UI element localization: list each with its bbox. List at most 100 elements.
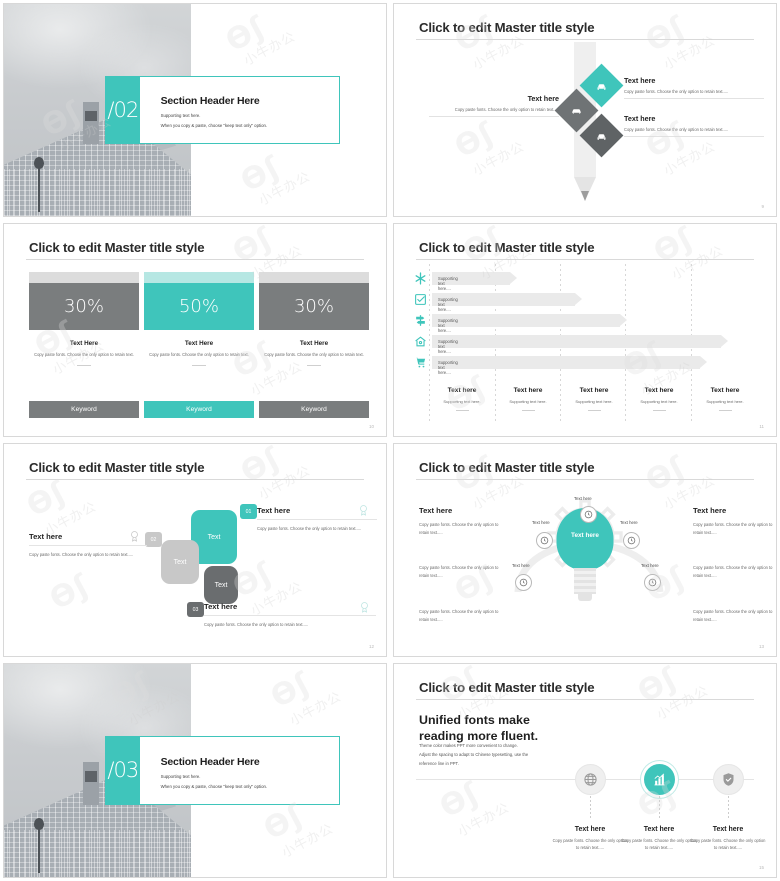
step-badge-01: 01 — [240, 504, 257, 519]
square-label: Text — [207, 533, 221, 541]
title-divider — [416, 259, 754, 260]
step-body: Copy paste fonts. Choose the only option… — [204, 622, 309, 627]
right-block-1: Text here Copy paste fonts. Choose the o… — [693, 506, 776, 536]
node-label-top: Text here — [574, 496, 592, 501]
feature-heading: Text here — [712, 826, 744, 833]
section-subtitle-1: Supporting text here. — [160, 113, 201, 119]
block-heading: Text here — [419, 506, 453, 515]
slide-percent-columns[interactable]: Click to edit Master title style 30% Tex… — [3, 223, 387, 437]
bar-label: Supporting text here.... — [438, 276, 458, 291]
page-number: 10 — [368, 424, 374, 429]
section-number: /02 — [105, 76, 141, 144]
percent-value: 50% — [144, 283, 254, 330]
rounded-square-3[interactable]: Text — [204, 566, 238, 604]
column-heading: Text Here — [184, 340, 214, 347]
bar-label: Supporting text here.... — [438, 318, 458, 333]
column-body: Copy paste fonts. Choose the only option… — [264, 352, 364, 357]
page-number: 9 — [761, 204, 764, 209]
title-divider — [416, 479, 754, 480]
ribbon-icon — [360, 601, 372, 613]
column-divider — [455, 410, 469, 411]
checkbox-icon — [414, 293, 427, 306]
column-body: Supporting text here. — [706, 399, 744, 404]
feature-body: Copy paste fonts. Choose the only option… — [690, 838, 766, 850]
step-body: Copy paste fonts. Choose the only option… — [29, 552, 134, 557]
column-heading: Text here — [710, 387, 740, 394]
title-divider — [416, 39, 754, 40]
slide-pencil-diamonds[interactable]: Click to edit Master title style Text he… — [393, 3, 777, 217]
title-divider — [26, 259, 364, 260]
percent-value: 30% — [29, 283, 139, 330]
column-cap — [144, 272, 254, 283]
bar-fill — [432, 335, 728, 348]
globe-icon-button[interactable] — [575, 764, 606, 795]
block-body: Copy paste fonts. Choose the only option… — [419, 565, 499, 578]
clock-icon — [627, 536, 636, 545]
square-label: Text — [214, 581, 228, 589]
body-line-3: reference line in PPT. — [419, 760, 459, 766]
page-number: 12 — [368, 644, 374, 649]
feature-column-2: Text here Copy paste fonts. Choose the o… — [620, 826, 698, 851]
headline: Unified fonts make reading more fluent. — [419, 712, 538, 745]
percent-column-1[interactable]: 30% Text Here Copy paste fonts. Choose t… — [29, 272, 139, 367]
left-block-1: Text here Copy paste fonts. Choose the o… — [419, 506, 505, 536]
percent-column-2[interactable]: 50% Text Here Copy paste fonts. Choose t… — [144, 272, 254, 367]
feature-heading: Text here — [643, 826, 675, 833]
shield-check-icon-button[interactable] — [713, 764, 744, 795]
rounded-square-2[interactable]: Text — [161, 540, 199, 584]
section-subtitle-2: When you copy & paste, choose "keep text… — [160, 783, 268, 789]
diamond-text-block-2: Text here Copy paste fonts. Choose the o… — [429, 94, 559, 117]
feature-column-3: Text here Copy paste fonts. Choose the o… — [689, 826, 767, 851]
slide-unified-fonts[interactable]: Click to edit Master title style Unified… — [393, 663, 777, 878]
left-block-2: Copy paste fonts. Choose the only option… — [419, 564, 505, 579]
bulb-neck — [574, 568, 596, 594]
title-divider — [26, 479, 364, 480]
node-label-lower-left: Text here — [512, 563, 530, 568]
page-title: Click to edit Master title style — [419, 20, 595, 35]
item-body: Copy paste fonts. Choose the only option… — [624, 127, 729, 132]
percent-column-3[interactable]: 30% Text Here Copy paste fonts. Choose t… — [259, 272, 369, 367]
column-divider — [77, 365, 91, 367]
section-number: /03 — [105, 736, 141, 805]
column-divider — [192, 365, 206, 367]
item-body: Copy paste fonts. Choose the only option… — [454, 107, 559, 112]
slide-lightbulb-gear[interactable]: Click to edit Master title style Text he… — [393, 443, 777, 657]
slide-section-03[interactable]: /03 Section Header Here Supporting text … — [3, 663, 387, 878]
right-block-2: Copy paste fonts. Choose the only option… — [693, 564, 776, 579]
step-text-03: Text here Copy paste fonts. Choose the o… — [204, 602, 376, 628]
slide-section-02[interactable]: /02 Section Header Here Supporting text … — [3, 3, 387, 217]
bar-chart-icon — [652, 772, 667, 787]
block-body: Copy paste fonts. Choose the only option… — [693, 522, 773, 535]
node-lower-right[interactable] — [644, 574, 661, 591]
bulb-base — [578, 593, 592, 601]
node-label-upper-right: Text here — [620, 520, 638, 525]
column-heading: Text Here — [299, 340, 329, 347]
slide-rounded-steps[interactable]: Click to edit Master title style Text Te… — [3, 443, 387, 657]
keyword-button-3[interactable]: Keyword — [259, 401, 369, 418]
node-label-upper-left: Text here — [532, 520, 550, 525]
block-body: Copy paste fonts. Choose the only option… — [419, 609, 499, 622]
column-body: Copy paste fonts. Choose the only option… — [34, 352, 134, 357]
node-upper-left[interactable] — [536, 532, 553, 549]
cart-icon — [414, 356, 427, 369]
pencil-lead-shape — [581, 191, 589, 201]
slide-bar-timeline[interactable]: Click to edit Master title style Support… — [393, 223, 777, 437]
body-line-1: Theme color makes PPT more convenient to… — [419, 743, 518, 748]
step-badge-02: 02 — [145, 532, 162, 547]
node-upper-right[interactable] — [623, 532, 640, 549]
block-body: Copy paste fonts. Choose the only option… — [693, 609, 773, 622]
section-subtitle-1: Supporting text here. — [160, 773, 201, 779]
bar-chart-icon-button[interactable] — [644, 764, 675, 795]
keyword-button-1[interactable]: Keyword — [29, 401, 139, 418]
page-number: 15 — [758, 865, 764, 870]
column-heading: Text Here — [69, 340, 99, 347]
car-icon — [596, 130, 608, 142]
body-line-2: Adjust the spacing to adapt to Chinese t… — [419, 751, 529, 757]
node-top[interactable] — [580, 506, 597, 523]
connector-dotted-2 — [659, 796, 660, 818]
clock-icon — [519, 578, 528, 587]
body-paragraph: Theme color makes PPT more convenient to… — [419, 742, 528, 768]
column-divider — [718, 410, 732, 411]
keyword-button-2[interactable]: Keyword — [144, 401, 254, 418]
node-lower-left[interactable] — [515, 574, 532, 591]
